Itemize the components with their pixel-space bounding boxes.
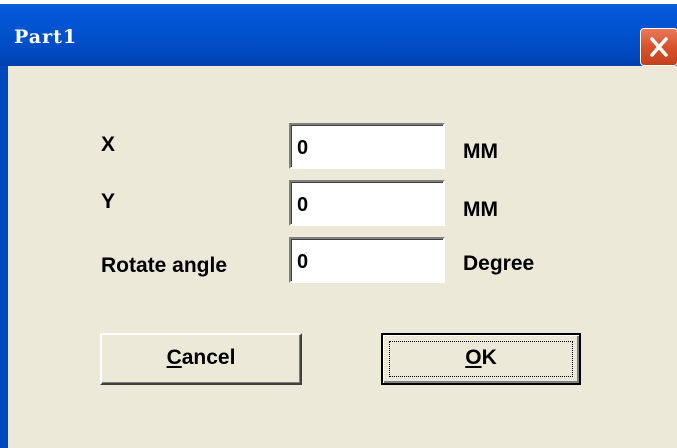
close-x-icon [650,37,668,57]
ok-mnemonic: O [465,346,482,369]
dialog-window: Part1 X MM Y MM Rotate angle Degree Canc… [0,0,677,448]
ok-label-rest: K [481,346,497,369]
y-label: Y [101,190,116,213]
window-title: Part1 [14,26,78,48]
y-input[interactable] [289,180,445,226]
window-left-border [0,66,8,448]
rotate-angle-input[interactable] [289,237,445,283]
y-unit-label: MM [463,198,498,221]
ok-button[interactable]: OK [381,333,581,385]
rotate-unit-label: Degree [463,252,535,275]
close-button[interactable] [640,28,677,66]
x-input[interactable] [289,123,445,169]
cancel-button[interactable]: Cancel [100,333,302,385]
cancel-mnemonic: C [166,346,182,369]
x-unit-label: MM [463,140,498,163]
cancel-label-rest: ancel [181,346,236,369]
title-bar[interactable]: Part1 [0,4,677,66]
rotate-angle-label: Rotate angle [101,254,228,277]
x-label: X [101,133,116,156]
